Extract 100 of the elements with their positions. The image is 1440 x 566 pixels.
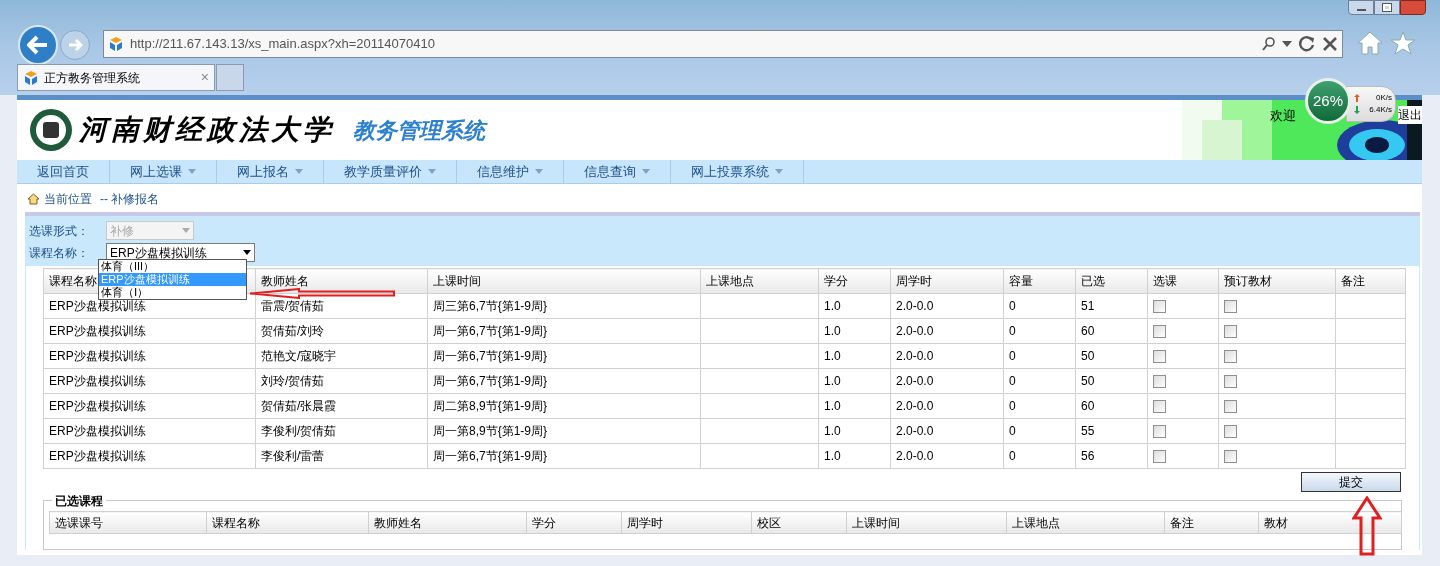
stop-icon[interactable]: [1322, 36, 1338, 52]
checkbox[interactable]: [1224, 350, 1237, 364]
forward-arrow-icon: [67, 38, 83, 52]
upload-arrow-icon: [1354, 94, 1360, 102]
checkbox[interactable]: [1153, 400, 1166, 414]
nav-menu-item[interactable]: 网上报名: [217, 160, 324, 183]
table-cell: 周三第6,7节{第1-9周}: [427, 293, 701, 319]
caret-icon: [182, 228, 190, 233]
table-cell: 1.0: [818, 293, 891, 319]
new-tab-button[interactable]: [216, 64, 244, 91]
tab-close-button[interactable]: ×: [200, 67, 209, 88]
table-cell: 0: [1003, 368, 1076, 394]
column-header: 备注: [1164, 511, 1259, 534]
column-header: 上课地点: [1006, 511, 1165, 534]
table-cell: 51: [1075, 293, 1148, 319]
table-cell: 2.0-0.0: [890, 293, 1004, 319]
column-header: 已选: [1075, 268, 1148, 294]
table-cell: 50: [1075, 343, 1148, 369]
table-cell: ERP沙盘模拟训练: [43, 318, 256, 344]
table-cell: 贺倩茹/张晨霞: [255, 393, 428, 419]
university-logo-icon: [29, 108, 73, 152]
table-cell: ERP沙盘模拟训练: [43, 418, 256, 444]
minimize-icon[interactable]: [1348, 0, 1374, 15]
table-cell: ERP沙盘模拟训练: [43, 368, 256, 394]
caret-icon[interactable]: [1282, 41, 1292, 47]
checkbox[interactable]: [1153, 325, 1166, 339]
table-cell: 56: [1075, 443, 1148, 469]
nav-menu-item[interactable]: 网上选课: [110, 160, 217, 183]
table-cell: ERP沙盘模拟训练: [43, 343, 256, 369]
nav-menu-item[interactable]: 信息查询: [564, 160, 671, 183]
url-text: http://211.67.143.13/xs_main.aspx?xh=20114070410: [130, 35, 436, 54]
refresh-icon[interactable]: [1298, 35, 1316, 53]
column-header: 校区: [751, 511, 847, 534]
table-cell: 1.0: [818, 443, 891, 469]
checkbox[interactable]: [1224, 400, 1237, 414]
site-icon: [108, 36, 124, 52]
checkbox[interactable]: [1153, 450, 1166, 464]
checkbox[interactable]: [1224, 425, 1237, 439]
table-cell: 0: [1003, 443, 1076, 469]
column-header: 上课时间: [846, 511, 1007, 534]
table-cell: 2.0-0.0: [890, 318, 1004, 344]
column-header: 选课: [1147, 268, 1219, 294]
checkbox[interactable]: [1224, 325, 1237, 339]
table-cell: 2.0-0.0: [890, 343, 1004, 369]
welcome-text: 欢迎: [1270, 107, 1296, 125]
table-cell: 2.0-0.0: [890, 368, 1004, 394]
table-cell: 1.0: [818, 343, 891, 369]
column-header: 选课课号: [49, 511, 207, 534]
nav-menu-item[interactable]: 教学质量评价: [324, 160, 457, 183]
table-cell: 周一第8,9节{第1-9周}: [427, 418, 701, 444]
search-icon[interactable]: [1262, 37, 1276, 51]
field-label: 选课形式：: [29, 222, 90, 240]
submit-button[interactable]: 提交: [1301, 472, 1401, 492]
column-header: 上课时间: [427, 268, 701, 294]
table-cell: 1.0: [818, 418, 891, 444]
table-cell: 0: [1003, 393, 1076, 419]
logout-link[interactable]: 退出: [1398, 106, 1422, 124]
checkbox[interactable]: [1153, 350, 1166, 364]
table-cell: 55: [1075, 418, 1148, 444]
address-bar[interactable]: http://211.67.143.13/xs_main.aspx?xh=20114070410: [103, 30, 1343, 58]
checkbox[interactable]: [1224, 375, 1237, 389]
restore-icon[interactable]: [1374, 0, 1400, 15]
table-cell: 50: [1075, 368, 1148, 394]
checkbox[interactable]: [1153, 425, 1166, 439]
table-cell: 刘玲/贺倩茹: [255, 368, 428, 394]
checkbox[interactable]: [1224, 300, 1237, 314]
column-header: 周学时: [621, 511, 752, 534]
back-button[interactable]: [18, 25, 58, 65]
table-cell: 60: [1075, 318, 1148, 344]
upload-speed: 0K/s: [1376, 92, 1392, 104]
table-cell: ERP沙盘模拟训练: [43, 393, 256, 419]
nav-menu-item[interactable]: 信息维护: [457, 160, 564, 183]
nav-menu-item[interactable]: 返回首页: [17, 160, 110, 183]
table-cell: 周二第8,9节{第1-9周}: [427, 393, 701, 419]
nav-menu-item[interactable]: 网上投票系统: [671, 160, 804, 183]
table-cell: 周一第6,7节{第1-9周}: [427, 368, 701, 394]
table-cell: 0: [1003, 418, 1076, 444]
checkbox[interactable]: [1153, 375, 1166, 389]
home-icon: [27, 193, 40, 205]
annotation-arrow: [1352, 496, 1382, 556]
table-cell: 2.0-0.0: [890, 418, 1004, 444]
column-header: 容量: [1003, 268, 1076, 294]
tab-title: 正方教务管理系统: [44, 69, 141, 87]
table-cell: 1.0: [818, 393, 891, 419]
column-header: 课程名称: [206, 511, 369, 534]
checkbox[interactable]: [1224, 450, 1237, 464]
forward-button[interactable]: [60, 30, 90, 60]
browser-tab[interactable]: 正方教务管理系统 ×: [17, 64, 215, 91]
column-header: 上课地点: [700, 268, 819, 294]
table-cell: 李俊利/贺倩茹: [255, 418, 428, 444]
column-header: 预订教材: [1218, 268, 1336, 294]
column-header: 学分: [818, 268, 891, 294]
table-cell: 周一第6,7节{第1-9周}: [427, 318, 701, 344]
home-icon[interactable]: [1357, 31, 1383, 55]
table-cell: 60: [1075, 393, 1148, 419]
breadcrumb-label: 当前位置: [44, 191, 92, 208]
table-cell: 1.0: [818, 318, 891, 344]
checkbox[interactable]: [1153, 300, 1166, 314]
column-header: 学分: [526, 511, 622, 534]
favorites-icon[interactable]: [1390, 31, 1416, 55]
